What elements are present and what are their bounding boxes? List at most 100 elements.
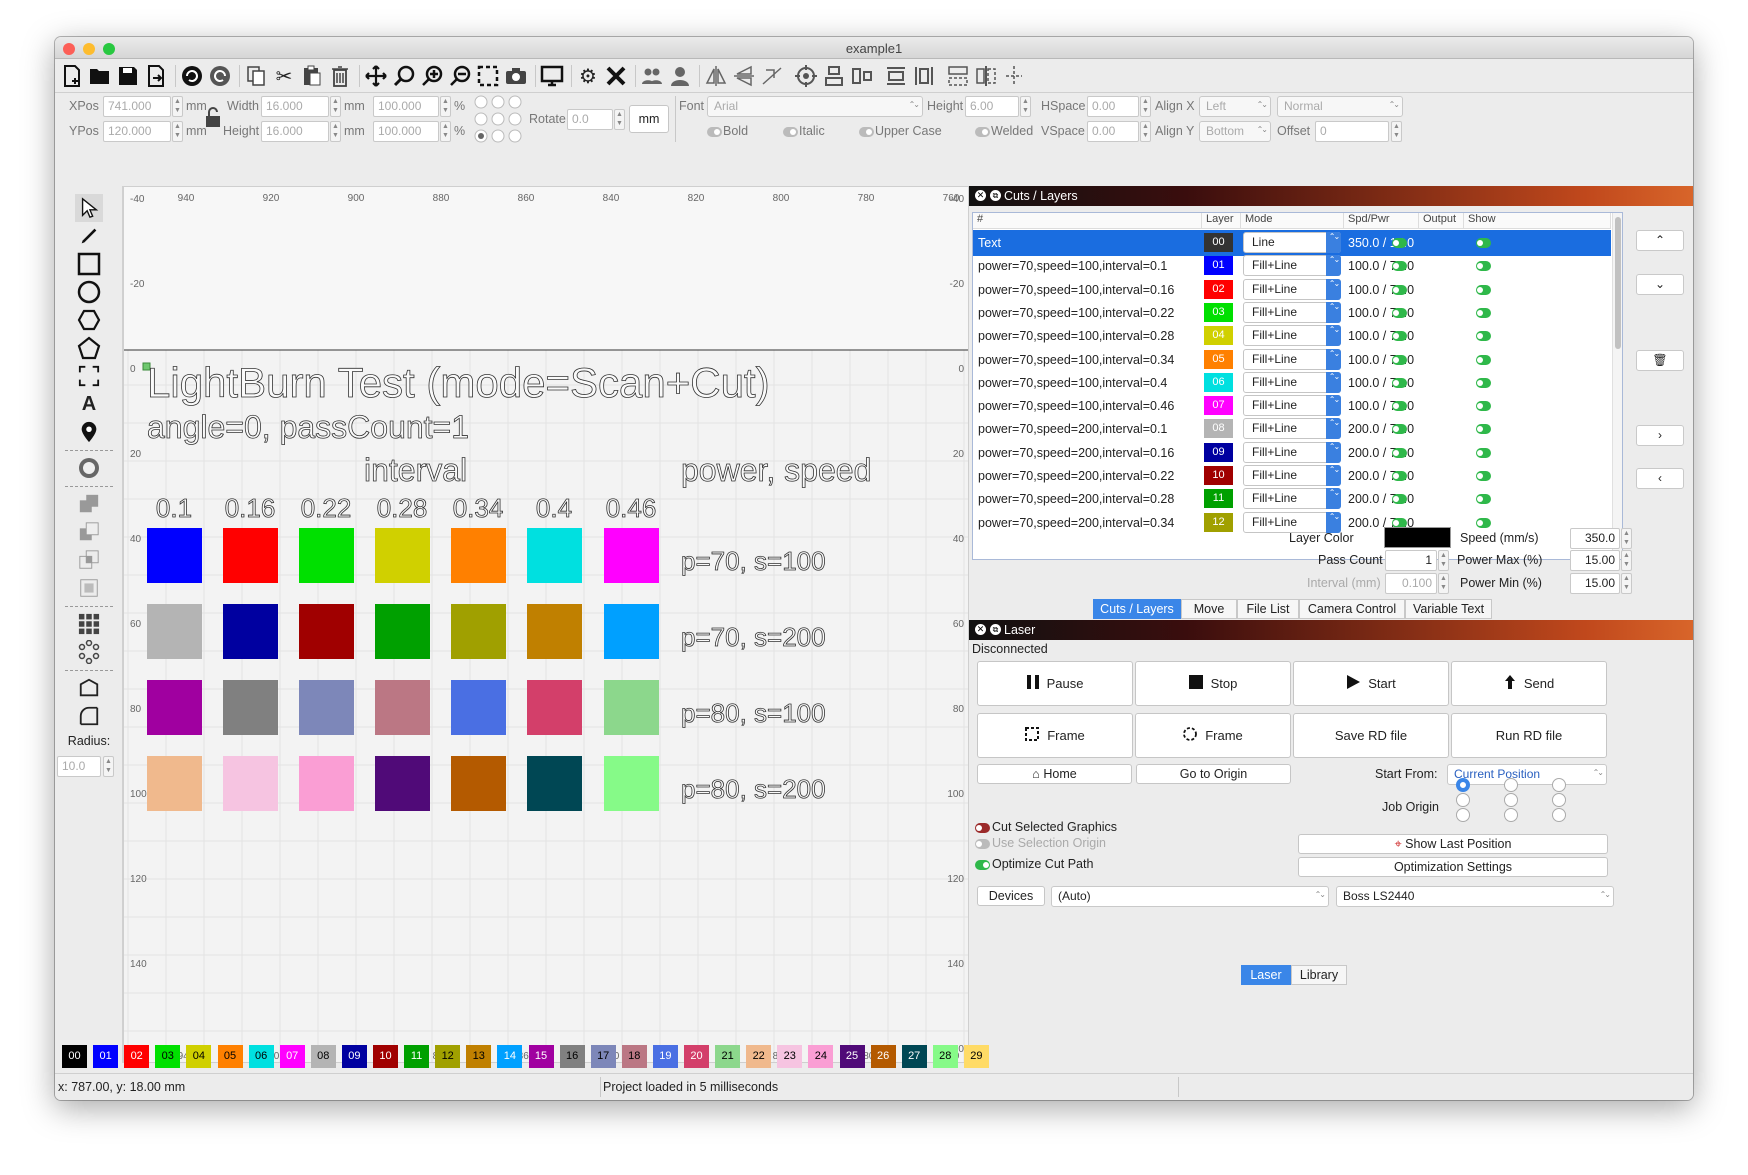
output-toggle[interactable] — [1392, 331, 1407, 342]
pass-count-spinner[interactable]: ▲ ▼ — [1438, 550, 1449, 571]
show-toggle[interactable] — [1476, 494, 1491, 505]
show-toggle[interactable] — [1476, 517, 1491, 528]
show-toggle[interactable] — [1476, 354, 1491, 365]
ypos-input[interactable]: 120.000 — [103, 121, 171, 142]
layer-mode-select[interactable]: Fill+Line — [1243, 511, 1341, 533]
flip-horizontal-icon[interactable] — [703, 63, 729, 89]
show-toggle[interactable] — [1476, 238, 1491, 248]
rotate-input[interactable]: 0.0 — [567, 109, 613, 130]
circular-array-icon[interactable] — [75, 638, 103, 666]
upper-case-toggle[interactable] — [859, 127, 874, 137]
interval-spinner[interactable]: ▲ ▼ — [1438, 573, 1449, 594]
power-max-spinner[interactable]: ▲ ▼ — [1621, 550, 1632, 571]
show-toggle[interactable] — [1476, 471, 1491, 481]
scrollbar-thumb[interactable] — [1615, 217, 1621, 349]
col-header-name[interactable]: # — [973, 213, 1202, 229]
layer-mode-select[interactable]: Fill+Line — [1243, 325, 1341, 347]
italic-toggle[interactable] — [783, 127, 798, 137]
height-percent-input[interactable]: 100.000 — [373, 121, 439, 142]
layer-mode-select[interactable]: Fill+Line — [1243, 255, 1341, 277]
tab-library[interactable]: Library — [1291, 965, 1347, 985]
palette-color-08[interactable]: 08 — [310, 1045, 336, 1068]
palette-color-00[interactable]: 00 — [62, 1045, 87, 1068]
show-last-position-button[interactable]: ⌖ Show Last Position — [1298, 834, 1608, 854]
vspace-input[interactable]: 0.00 — [1087, 121, 1139, 142]
camera-icon[interactable] — [503, 63, 529, 89]
design-canvas[interactable]: 9409409209209009008808808608608408408208… — [123, 186, 969, 1063]
speed-input[interactable]: 350.0 — [1570, 528, 1620, 549]
height-spinner[interactable]: ▲ ▼ — [330, 121, 341, 142]
cut-layer-row[interactable]: power=70,speed=100,interval=0.22 03 Fill+L… — [973, 300, 1611, 326]
layer-mode-select[interactable]: Fill+Line — [1243, 465, 1341, 486]
palette-color-02[interactable]: 02 — [124, 1045, 150, 1068]
palette-color-10[interactable]: 10 — [373, 1045, 398, 1068]
power-min-input[interactable]: 15.00 — [1570, 573, 1620, 594]
paste-icon[interactable] — [299, 63, 325, 89]
canvas-drawing[interactable]: 9409409209209009008808808608608408408208… — [124, 187, 969, 1063]
grid-array-icon[interactable] — [75, 610, 103, 638]
pause-button[interactable]: Pause — [977, 661, 1133, 706]
rotate-spinner[interactable]: ▲ ▼ — [614, 109, 625, 130]
palette-color-03[interactable]: 03 — [155, 1045, 181, 1068]
width-percent-spinner[interactable]: ▲ ▼ — [440, 96, 451, 117]
vspace-spinner[interactable]: ▲ ▼ — [1140, 121, 1151, 142]
palette-color-06[interactable]: 06 — [248, 1045, 274, 1068]
radius-input[interactable]: 10.0 — [57, 756, 101, 777]
cut-layer-row[interactable]: power=70,speed=100,interval=0.28 04 Fill+L… — [973, 323, 1611, 349]
tab-camera-control[interactable]: Camera Control — [1299, 599, 1405, 619]
zoom-frame-icon[interactable] — [475, 63, 501, 89]
output-toggle[interactable] — [1392, 284, 1407, 295]
output-toggle[interactable] — [1392, 424, 1407, 435]
output-toggle[interactable] — [1392, 471, 1407, 481]
collapse-left-button[interactable]: ‹ — [1636, 468, 1684, 489]
new-file-icon[interactable] — [59, 63, 85, 89]
mirror-icon[interactable] — [759, 63, 785, 89]
cross-hair-icon[interactable] — [1001, 63, 1027, 89]
job-origin-mid-right[interactable] — [1552, 793, 1566, 807]
frame-tool-icon[interactable] — [75, 362, 103, 390]
power-max-input[interactable]: 15.00 — [1570, 550, 1620, 571]
width-percent-input[interactable]: 100.000 — [373, 96, 439, 117]
palette-color-20[interactable]: 20 — [684, 1045, 709, 1068]
palette-color-25[interactable]: 25 — [839, 1045, 865, 1068]
output-toggle[interactable] — [1392, 401, 1407, 412]
cut-layer-row[interactable]: power=70,speed=100,interval=0.1 01 Fill+Li… — [973, 253, 1611, 279]
layer-color-swatch[interactable] — [1384, 527, 1451, 548]
palette-color-26[interactable]: 26 — [870, 1045, 896, 1068]
frame-rect-button[interactable]: Frame — [977, 713, 1133, 758]
zoom-fit-icon[interactable] — [391, 63, 417, 89]
output-toggle[interactable] — [1392, 307, 1407, 318]
palette-color-19[interactable]: 19 — [652, 1045, 678, 1068]
stop-button[interactable]: Stop — [1135, 661, 1291, 706]
palette-color-27[interactable]: 27 — [901, 1045, 927, 1068]
show-toggle[interactable] — [1476, 424, 1491, 435]
tools-icon[interactable] — [603, 63, 629, 89]
export-icon[interactable] — [143, 63, 169, 89]
job-origin-top-right[interactable] — [1552, 778, 1566, 792]
layer-mode-select[interactable]: Fill+Line — [1243, 395, 1341, 417]
cut-layer-row[interactable]: power=70,speed=200,interval=0.28 11 Fill+L… — [973, 486, 1611, 512]
tab-laser[interactable]: Laser — [1241, 965, 1291, 985]
edit-nodes-icon[interactable] — [75, 674, 103, 702]
font-height-input[interactable]: 6.00 — [965, 96, 1019, 117]
undo-icon[interactable] — [179, 63, 205, 89]
speed-spinner[interactable]: ▲ ▼ — [1621, 528, 1632, 549]
palette-color-14[interactable]: 14 — [497, 1045, 523, 1068]
show-toggle[interactable] — [1476, 447, 1491, 458]
tab-variable-text[interactable]: Variable Text — [1405, 599, 1492, 619]
start-button[interactable]: Start — [1293, 661, 1449, 706]
move-icon[interactable] — [363, 63, 389, 89]
palette-color-12[interactable]: 12 — [435, 1045, 461, 1068]
cut-layer-row[interactable]: power=70,speed=100,interval=0.34 05 Fill+L… — [973, 347, 1611, 373]
corner-radius-icon[interactable] — [75, 702, 103, 730]
hspace-spinner[interactable]: ▲ ▼ — [1140, 96, 1151, 117]
show-toggle[interactable] — [1476, 377, 1491, 388]
pen-tool-icon[interactable] — [75, 222, 103, 250]
palette-color-18[interactable]: 18 — [621, 1045, 647, 1068]
show-toggle[interactable] — [1476, 401, 1491, 412]
layer-mode-select[interactable]: Fill+Line — [1243, 418, 1341, 440]
alignx-select[interactable]: Left — [1199, 96, 1271, 117]
col-header-layer[interactable]: Layer — [1202, 213, 1241, 229]
power-min-spinner[interactable]: ▲ ▼ — [1621, 573, 1632, 594]
job-origin-top-left[interactable] — [1456, 778, 1470, 792]
